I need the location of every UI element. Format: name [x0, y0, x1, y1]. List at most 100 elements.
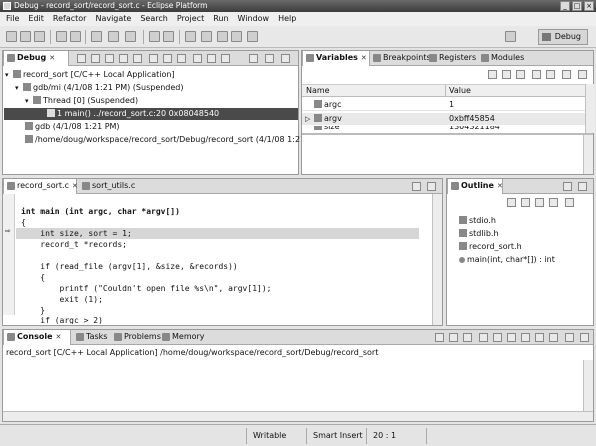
- sort-icon[interactable]: [507, 198, 516, 207]
- tree-item-thread[interactable]: ▾ Thread [0] (Suspended): [25, 95, 138, 107]
- tree-item-launch[interactable]: ▾ record_sort [C/C++ Local Application]: [5, 69, 175, 81]
- collapse-icon[interactable]: ▾: [25, 95, 33, 107]
- minimize-view-icon[interactable]: [412, 182, 421, 191]
- display-selected-console-icon[interactable]: [535, 333, 544, 342]
- collapse-icon[interactable]: ▾: [15, 82, 23, 94]
- expand-icon[interactable]: ▷: [305, 113, 310, 125]
- tab-debug[interactable]: Debug ✕: [3, 51, 69, 66]
- resume-icon[interactable]: [91, 54, 100, 63]
- console-vertical-scrollbar[interactable]: [583, 360, 593, 411]
- show-type-names-icon[interactable]: [488, 70, 497, 79]
- console-horizontal-scrollbar[interactable]: [3, 411, 593, 421]
- menu-edit[interactable]: Edit: [28, 12, 44, 26]
- tree-item-stack-frame-selected[interactable]: 1 main() ../record_sort.c:20 0x08048540: [4, 108, 298, 120]
- minimize-view-icon[interactable]: [265, 54, 274, 63]
- detail-scrollbar[interactable]: [583, 135, 593, 174]
- debug-perspective-button[interactable]: Debug: [537, 29, 588, 45]
- add-global-variables-icon[interactable]: [532, 70, 541, 79]
- editor-scrollbar[interactable]: [432, 194, 442, 325]
- open-perspective-icon[interactable]: [505, 31, 516, 42]
- view-menu-icon[interactable]: [249, 54, 258, 63]
- table-row[interactable]: ▷ argv 0xbff45854: [302, 113, 585, 125]
- maximize-button[interactable]: □: [572, 1, 582, 11]
- next-annotation-icon[interactable]: [185, 31, 196, 42]
- list-item[interactable]: stdio.h: [459, 215, 496, 227]
- minimize-button[interactable]: _: [560, 1, 570, 11]
- forward-icon[interactable]: [247, 31, 258, 42]
- last-edit-icon[interactable]: [217, 31, 228, 42]
- maximize-view-icon[interactable]: [580, 333, 589, 342]
- column-header-value[interactable]: Value: [449, 86, 471, 95]
- instruction-step-icon[interactable]: [193, 54, 202, 63]
- suspend-icon[interactable]: [105, 54, 114, 63]
- tab-modules[interactable]: Modules: [478, 51, 524, 66]
- tree-item-gdb[interactable]: gdb (4/1/08 1:21 PM): [25, 121, 120, 133]
- close-icon[interactable]: ✕: [49, 54, 55, 62]
- column-header-name[interactable]: Name: [306, 86, 330, 95]
- build-dropdown-icon[interactable]: [70, 31, 81, 42]
- tab-sort-utils-c[interactable]: sort_utils.c: [79, 179, 135, 194]
- show-console-icon[interactable]: [507, 333, 516, 342]
- tab-registers[interactable]: Registers: [426, 51, 476, 66]
- tab-problems[interactable]: Problems: [111, 330, 161, 345]
- menu-help[interactable]: Help: [278, 12, 296, 26]
- save-icon[interactable]: [20, 31, 31, 42]
- terminate-icon[interactable]: [119, 54, 128, 63]
- remove-all-terminated-icon[interactable]: [463, 333, 472, 342]
- hide-static-icon[interactable]: [535, 198, 544, 207]
- show-logical-structure-icon[interactable]: [502, 70, 511, 79]
- maximize-view-icon[interactable]: [427, 182, 436, 191]
- menu-navigate[interactable]: Navigate: [95, 12, 131, 26]
- tree-item-gdb-mi[interactable]: ▾ gdb/mi (4/1/08 1:21 PM) (Suspended): [15, 82, 184, 94]
- minimize-view-icon[interactable]: [565, 333, 574, 342]
- close-icon[interactable]: ✕: [361, 54, 367, 62]
- console-output[interactable]: [3, 360, 583, 411]
- menu-window[interactable]: Window: [238, 12, 270, 26]
- tab-variables[interactable]: Variables ✕: [302, 51, 370, 66]
- step-return-icon[interactable]: [177, 54, 186, 63]
- new-icon[interactable]: [6, 31, 17, 42]
- maximize-view-icon[interactable]: [578, 182, 587, 191]
- tree-item-process[interactable]: /home/doug/workspace/record_sort/Debug/r…: [25, 134, 323, 146]
- menu-project[interactable]: Project: [177, 12, 204, 26]
- drop-to-frame-icon[interactable]: [207, 54, 216, 63]
- disconnect-icon[interactable]: [133, 54, 142, 63]
- fast-view-icon[interactable]: [6, 428, 14, 444]
- terminate-icon[interactable]: [435, 333, 444, 342]
- scroll-lock-icon[interactable]: [493, 333, 502, 342]
- list-item[interactable]: main(int, char*[]) : int: [459, 254, 555, 266]
- minimize-view-icon[interactable]: [563, 182, 572, 191]
- editor-ruler[interactable]: [3, 194, 15, 315]
- tab-tasks[interactable]: Tasks: [73, 330, 107, 345]
- table-row[interactable]: size 1304321184: [302, 126, 585, 133]
- close-icon[interactable]: ✕: [497, 182, 503, 190]
- previous-annotation-icon[interactable]: [201, 31, 212, 42]
- close-icon[interactable]: ✕: [56, 333, 62, 341]
- minimize-view-icon[interactable]: [578, 70, 587, 79]
- print-icon[interactable]: [34, 31, 45, 42]
- hide-fields-icon[interactable]: [521, 198, 530, 207]
- variable-detail-pane[interactable]: [302, 135, 583, 174]
- debug-icon[interactable]: [91, 31, 102, 42]
- maximize-view-icon[interactable]: [281, 54, 290, 63]
- close-icon[interactable]: ✕: [72, 182, 78, 190]
- menu-search[interactable]: Search: [140, 12, 167, 26]
- tab-record-sort-c[interactable]: record_sort.c ✕: [3, 179, 78, 194]
- clear-console-icon[interactable]: [479, 333, 488, 342]
- back-icon[interactable]: [231, 31, 242, 42]
- external-tools-icon[interactable]: [125, 31, 136, 42]
- collapse-all-icon[interactable]: [516, 70, 525, 79]
- open-console-icon[interactable]: [549, 333, 558, 342]
- step-over-icon[interactable]: [163, 54, 172, 63]
- menu-run[interactable]: Run: [213, 12, 228, 26]
- build-icon[interactable]: [56, 31, 67, 42]
- step-into-icon[interactable]: [149, 54, 158, 63]
- close-button[interactable]: ×: [584, 1, 594, 11]
- search-icon[interactable]: [163, 31, 174, 42]
- variables-scrollbar[interactable]: [585, 84, 595, 133]
- tab-breakpoints[interactable]: Breakpoints: [370, 51, 431, 66]
- list-item[interactable]: record_sort.h: [459, 241, 522, 253]
- remove-launches-icon[interactable]: [77, 54, 86, 63]
- run-icon[interactable]: [108, 31, 119, 42]
- pin-console-icon[interactable]: [521, 333, 530, 342]
